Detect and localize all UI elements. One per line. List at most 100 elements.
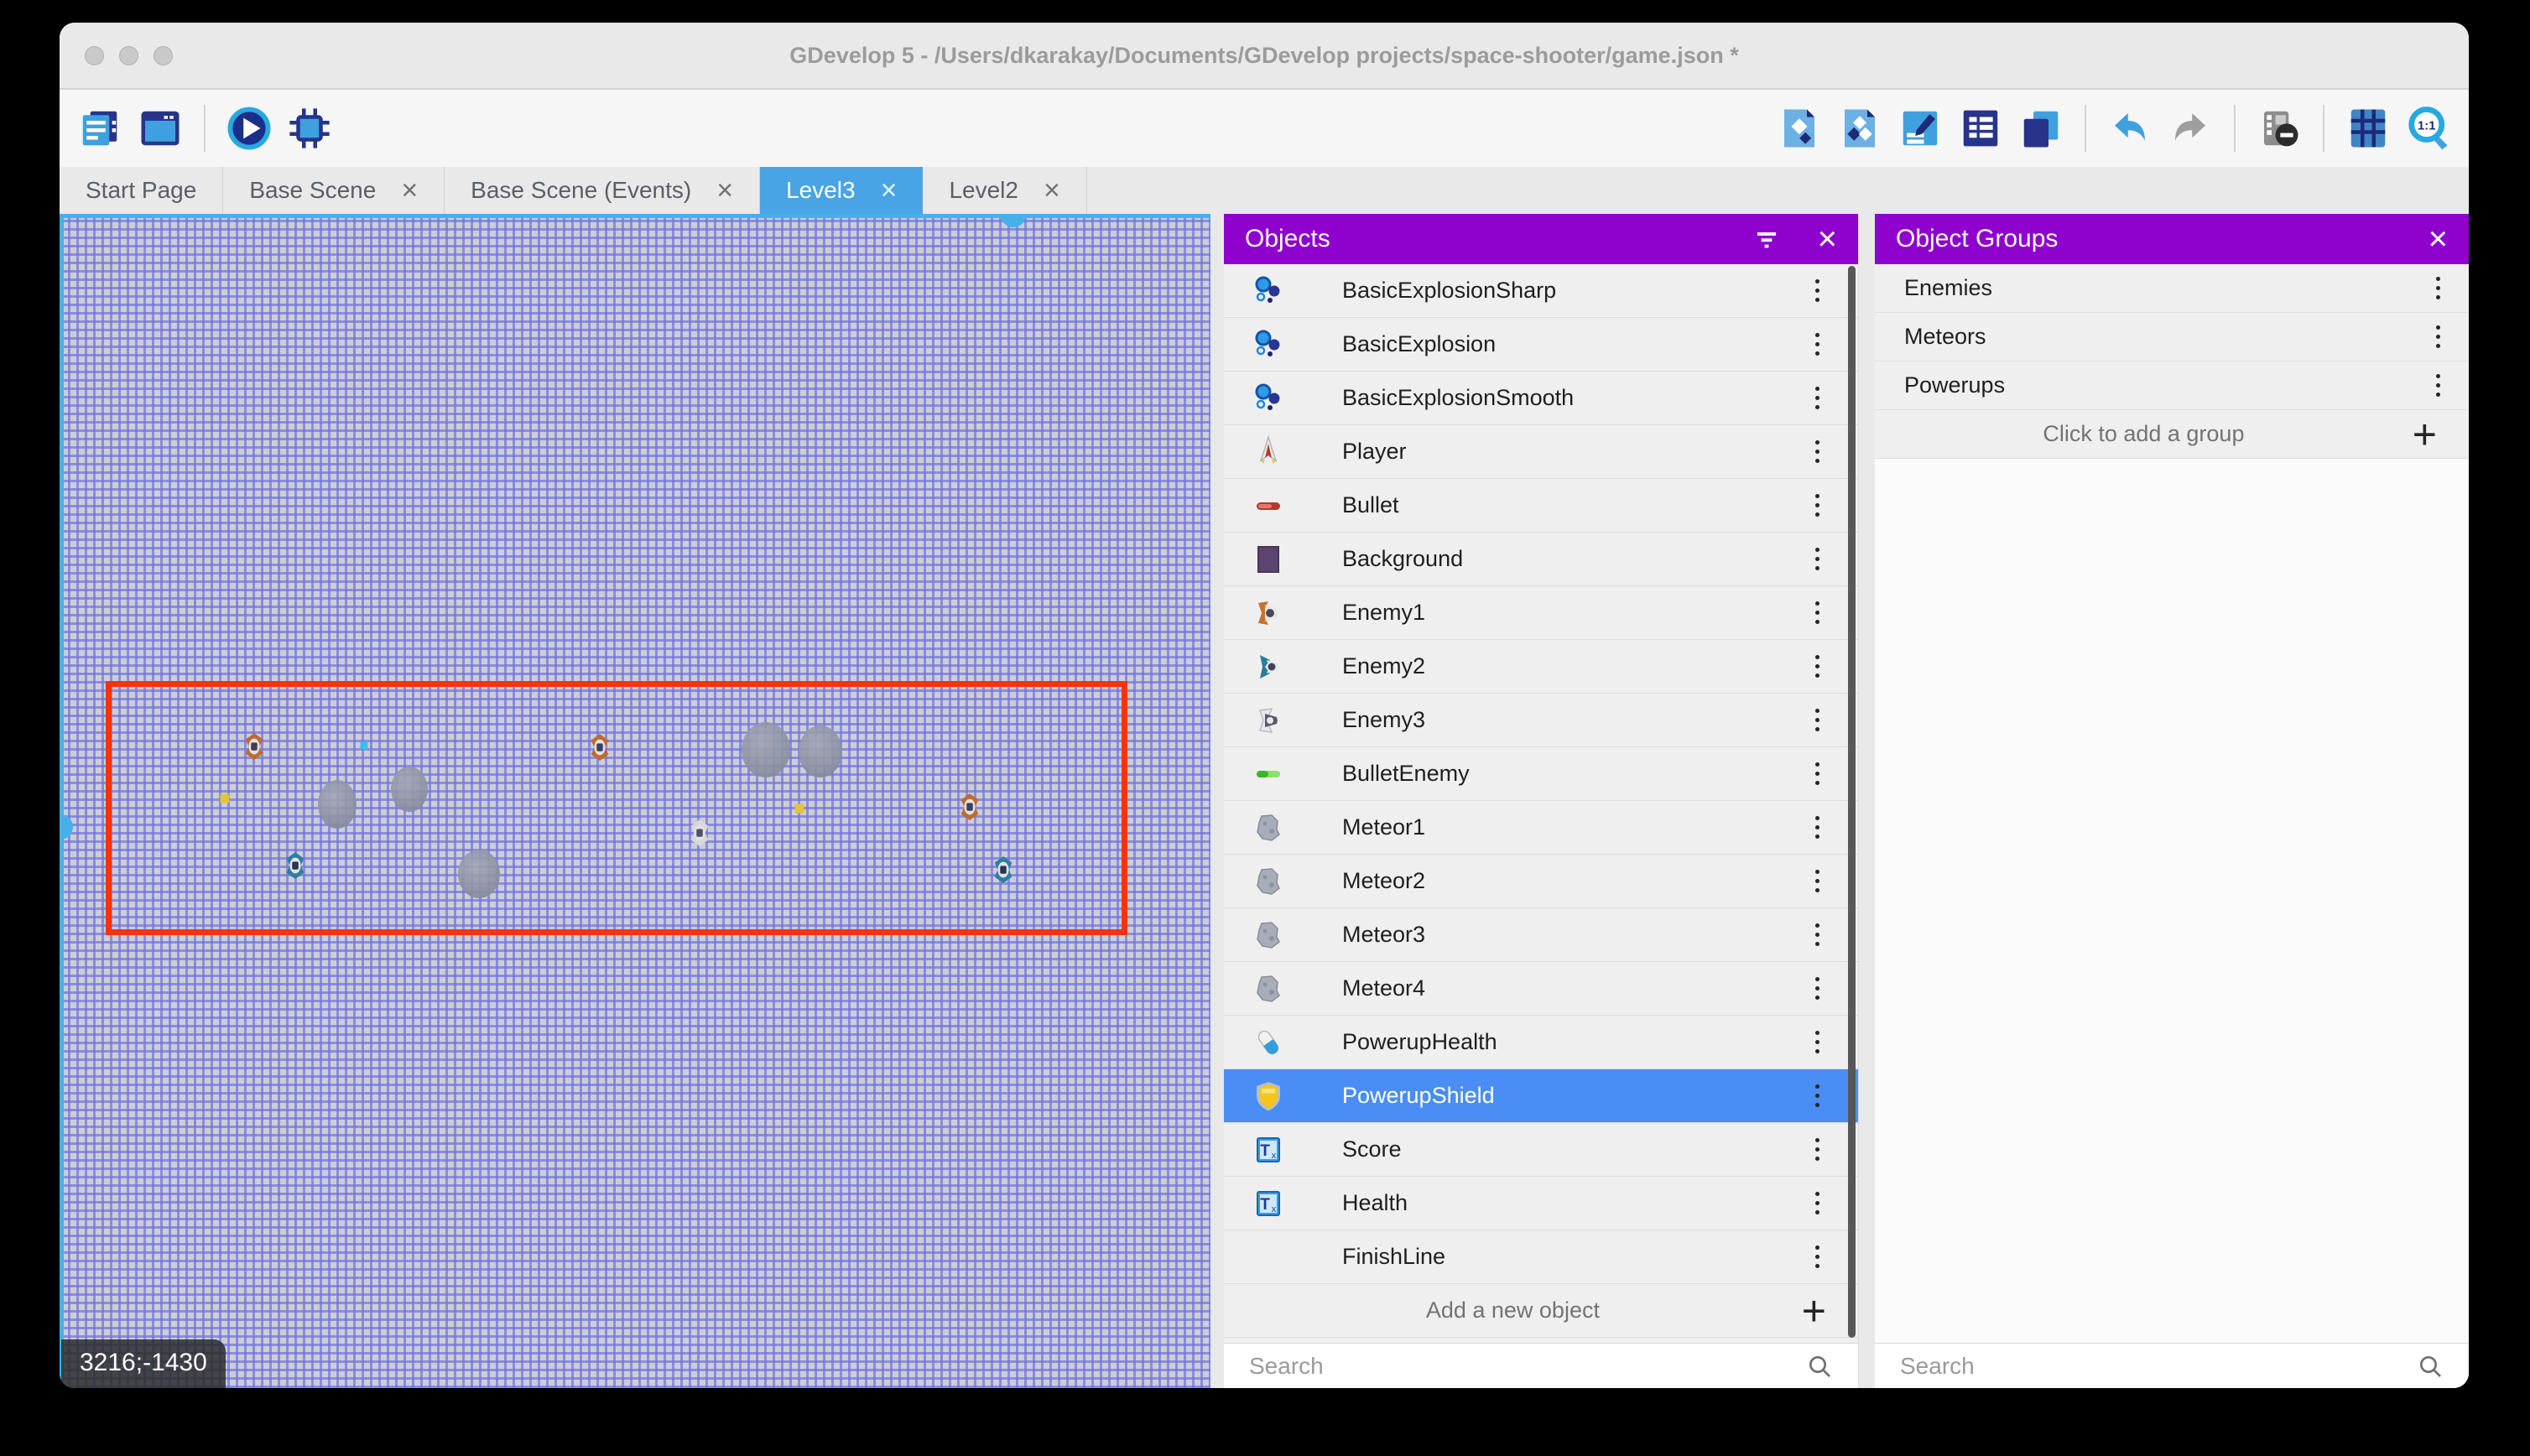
row-menu-icon[interactable] xyxy=(1809,434,1826,470)
objects-list-scrollbar[interactable] xyxy=(1848,266,1856,1338)
object-row-health[interactable]: TxHealth xyxy=(1224,1177,1858,1230)
instances-list-button[interactable] xyxy=(1954,101,2007,155)
instance-dot-yellow[interactable] xyxy=(221,794,230,803)
row-menu-icon[interactable] xyxy=(1809,702,1826,738)
row-menu-icon[interactable] xyxy=(1809,863,1826,899)
debug-button[interactable] xyxy=(283,101,336,155)
add-group-row[interactable]: Click to add a group + xyxy=(1875,410,2469,459)
row-menu-icon[interactable] xyxy=(1809,970,1826,1006)
grid-button[interactable] xyxy=(2341,101,2395,155)
vertical-scrollbar-thumb[interactable] xyxy=(60,814,73,840)
tab-base-scene[interactable]: Base Scene× xyxy=(223,167,445,214)
instance-dot-yellow[interactable] xyxy=(795,804,804,814)
maximize-window-icon[interactable] xyxy=(154,46,173,65)
object-row-background[interactable]: Background xyxy=(1224,533,1858,586)
instance-meteor[interactable] xyxy=(742,722,790,777)
instance-enemy-orange[interactable] xyxy=(587,732,612,762)
plus-icon[interactable]: + xyxy=(1802,1290,1826,1332)
row-menu-icon[interactable] xyxy=(1809,648,1826,684)
tab-close-icon[interactable]: × xyxy=(401,176,418,205)
tab-base-scene-events[interactable]: Base Scene (Events)× xyxy=(445,167,760,214)
row-menu-icon[interactable] xyxy=(1809,273,1826,309)
row-menu-icon[interactable] xyxy=(1809,487,1826,523)
object-row-meteor3[interactable]: Meteor3 xyxy=(1224,908,1858,962)
objects-search-input[interactable] xyxy=(1249,1353,1806,1380)
row-menu-icon[interactable] xyxy=(1809,756,1826,792)
object-row-enemy2[interactable]: Enemy2 xyxy=(1224,640,1858,694)
horizontal-scrollbar-thumb[interactable] xyxy=(1001,214,1026,227)
row-menu-icon[interactable] xyxy=(1809,595,1826,631)
close-panel-icon[interactable]: × xyxy=(2428,222,2448,256)
instance-enemy-gray[interactable] xyxy=(687,818,712,848)
play-preview-button[interactable] xyxy=(222,101,276,155)
object-row-meteor4[interactable]: Meteor4 xyxy=(1224,962,1858,1016)
zoom-1-1-button[interactable]: 1:1 xyxy=(2402,101,2455,155)
undo-button[interactable] xyxy=(2103,101,2157,155)
instance-enemy-teal[interactable] xyxy=(991,855,1016,885)
group-row-powerups[interactable]: Powerups xyxy=(1875,361,2469,410)
minimize-window-icon[interactable] xyxy=(119,46,138,65)
instance-meteor[interactable] xyxy=(318,780,357,829)
filter-icon[interactable] xyxy=(1751,223,1783,255)
tab-close-icon[interactable]: × xyxy=(1044,176,1060,205)
object-row-bulletenemy[interactable]: BulletEnemy xyxy=(1224,747,1858,801)
row-menu-icon[interactable] xyxy=(1809,326,1826,362)
instance-enemy-teal[interactable] xyxy=(283,850,308,881)
object-row-enemy1[interactable]: Enemy1 xyxy=(1224,586,1858,640)
row-menu-icon[interactable] xyxy=(2429,270,2447,306)
instance-dot-cyan[interactable] xyxy=(361,742,368,750)
object-row-basicexplosionsharp[interactable]: BasicExplosionSharp xyxy=(1224,264,1858,318)
vertical-scrollbar[interactable] xyxy=(60,214,64,1388)
groups-search-input[interactable] xyxy=(1900,1353,2417,1380)
row-menu-icon[interactable] xyxy=(1809,541,1826,577)
properties-button[interactable] xyxy=(1893,101,1947,155)
project-manager-button[interactable] xyxy=(73,101,127,155)
row-menu-icon[interactable] xyxy=(1809,1131,1826,1167)
close-panel-icon[interactable]: × xyxy=(1818,222,1837,256)
row-menu-icon[interactable] xyxy=(1809,917,1826,953)
layers-button[interactable] xyxy=(2014,101,2068,155)
objects-editor-button[interactable] xyxy=(1773,101,1826,155)
scene-canvas[interactable]: 3216;-1430 xyxy=(60,214,1210,1388)
row-menu-icon[interactable] xyxy=(1809,809,1826,845)
instance-meteor[interactable] xyxy=(799,725,842,777)
object-row-poweruphealth[interactable]: PowerupHealth xyxy=(1224,1016,1858,1069)
object-row-meteor2[interactable]: Meteor2 xyxy=(1224,855,1858,908)
instance-enemy-orange[interactable] xyxy=(957,792,982,822)
instance-meteor[interactable] xyxy=(458,850,500,898)
group-row-enemies[interactable]: Enemies xyxy=(1875,264,2469,313)
object-row-score[interactable]: TxScore xyxy=(1224,1123,1858,1177)
add-object-row[interactable]: Add a new object + xyxy=(1224,1284,1858,1338)
toggle-mask-button[interactable] xyxy=(2252,101,2306,155)
close-window-icon[interactable] xyxy=(85,46,104,65)
tab-level2[interactable]: Level2× xyxy=(923,167,1086,214)
redo-button[interactable] xyxy=(2163,101,2217,155)
panel-divider[interactable] xyxy=(1858,214,1875,1388)
row-menu-icon[interactable] xyxy=(2429,319,2447,355)
object-row-finishline[interactable]: FinishLine xyxy=(1224,1230,1858,1284)
object-row-enemy3[interactable]: Enemy3 xyxy=(1224,694,1858,747)
search-icon[interactable] xyxy=(1806,1353,1833,1380)
row-menu-icon[interactable] xyxy=(2429,367,2447,403)
object-row-powerupshield[interactable]: PowerupShield xyxy=(1224,1069,1858,1123)
panel-divider[interactable] xyxy=(1210,214,1224,1388)
object-row-basicexplosionsmooth[interactable]: BasicExplosionSmooth xyxy=(1224,372,1858,425)
row-menu-icon[interactable] xyxy=(1809,1024,1826,1060)
object-row-bullet[interactable]: Bullet xyxy=(1224,479,1858,533)
object-row-player[interactable]: Player xyxy=(1224,425,1858,479)
search-icon[interactable] xyxy=(2417,1353,2444,1380)
tab-close-icon[interactable]: × xyxy=(716,176,733,205)
row-menu-icon[interactable] xyxy=(1809,1185,1826,1221)
horizontal-scrollbar[interactable] xyxy=(60,214,1210,218)
object-row-basicexplosion[interactable]: BasicExplosion xyxy=(1224,318,1858,372)
instance-meteor[interactable] xyxy=(391,767,428,812)
row-menu-icon[interactable] xyxy=(1809,1078,1826,1114)
group-row-meteors[interactable]: Meteors xyxy=(1875,313,2469,361)
instance-enemy-orange[interactable] xyxy=(242,731,267,762)
object-groups-editor-button[interactable] xyxy=(1833,101,1887,155)
row-menu-icon[interactable] xyxy=(1809,380,1826,416)
object-row-meteor1[interactable]: Meteor1 xyxy=(1224,801,1858,855)
tab-close-icon[interactable]: × xyxy=(881,176,898,205)
plus-icon[interactable]: + xyxy=(2413,413,2437,455)
scene-window-button[interactable] xyxy=(133,101,187,155)
